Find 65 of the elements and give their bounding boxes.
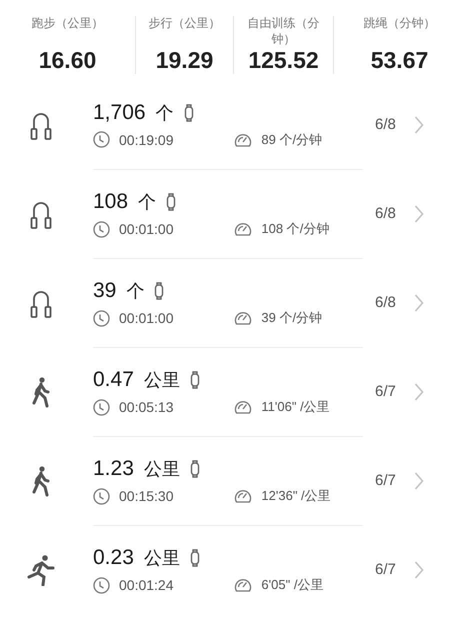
gauge-icon <box>234 488 252 504</box>
pace-text: 12'36" /公里 <box>261 487 331 505</box>
duration-text: 00:19:09 <box>119 132 174 148</box>
amount-unit: 个 <box>138 191 156 214</box>
chevron-right-icon[interactable] <box>414 560 424 580</box>
gauge-icon <box>234 132 252 148</box>
stat-label: 步行（公里） <box>148 16 220 32</box>
clock-icon <box>93 398 110 416</box>
chevron-right-icon[interactable] <box>414 204 424 224</box>
running-person-icon <box>26 554 56 586</box>
stat-label: 跑步（公里） <box>32 16 104 32</box>
amount-unit: 公里 <box>144 547 180 570</box>
band-icon <box>154 282 164 300</box>
stat-value: 19.29 <box>156 47 214 74</box>
amount-value: 0.47 <box>93 368 134 392</box>
clock-icon <box>93 310 110 326</box>
chevron-right-icon[interactable] <box>414 470 424 490</box>
ratio-text: 6/7 <box>375 383 396 400</box>
duration-text: 00:01:24 <box>119 577 174 593</box>
amount-unit: 公里 <box>144 458 180 481</box>
pace-text: 39 个/分钟 <box>261 309 322 327</box>
amount-unit: 个 <box>156 102 174 124</box>
chevron-right-icon[interactable] <box>414 114 424 134</box>
pace-text: 108 个/分钟 <box>261 220 330 238</box>
band-icon <box>166 193 176 211</box>
amount-value: 108 <box>93 190 128 214</box>
stat-label: 跳绳（分钟） <box>364 16 436 32</box>
duration-text: 00:05:13 <box>119 399 174 415</box>
ratio-text: 6/7 <box>375 472 396 489</box>
pace-text: 6'05" /公里 <box>261 576 324 594</box>
stat-label: 自由训练（分钟） <box>246 16 320 48</box>
duration-text: 00:01:00 <box>119 221 174 237</box>
walking-person-icon <box>30 464 52 496</box>
gauge-icon <box>234 310 252 326</box>
clock-icon <box>93 488 110 504</box>
ratio-text: 6/7 <box>375 561 396 578</box>
gauge-icon <box>234 399 252 415</box>
amount-value: 39 <box>93 279 116 303</box>
clock-icon <box>93 131 110 148</box>
chevron-right-icon[interactable] <box>414 292 424 312</box>
ratio-text: 6/8 <box>375 205 396 222</box>
band-icon <box>184 104 194 122</box>
stat-value: 16.60 <box>38 47 96 74</box>
chevron-right-icon[interactable] <box>414 382 424 402</box>
pace-text: 11'06" /公里 <box>261 398 330 416</box>
stat-value: 125.52 <box>248 47 319 74</box>
amount-unit: 公里 <box>144 369 180 392</box>
band-icon <box>190 371 200 389</box>
amount-value: 1.23 <box>93 457 134 481</box>
ratio-text: 6/8 <box>375 116 396 133</box>
duration-text: 00:01:00 <box>119 310 174 326</box>
stat-value: 53.67 <box>370 47 428 74</box>
clock-icon <box>93 576 110 594</box>
ratio-text: 6/8 <box>375 294 396 311</box>
band-icon <box>190 549 200 567</box>
walking-person-icon <box>30 376 52 408</box>
amount-unit: 个 <box>126 280 144 303</box>
gauge-icon <box>234 577 252 593</box>
pace-text: 89 个/分钟 <box>261 130 322 148</box>
gauge-icon <box>234 221 252 237</box>
band-icon <box>190 460 200 478</box>
amount-value: 1,706 <box>93 100 146 124</box>
clock-icon <box>93 220 110 238</box>
amount-value: 0.23 <box>93 546 134 570</box>
duration-text: 00:15:30 <box>119 488 174 504</box>
